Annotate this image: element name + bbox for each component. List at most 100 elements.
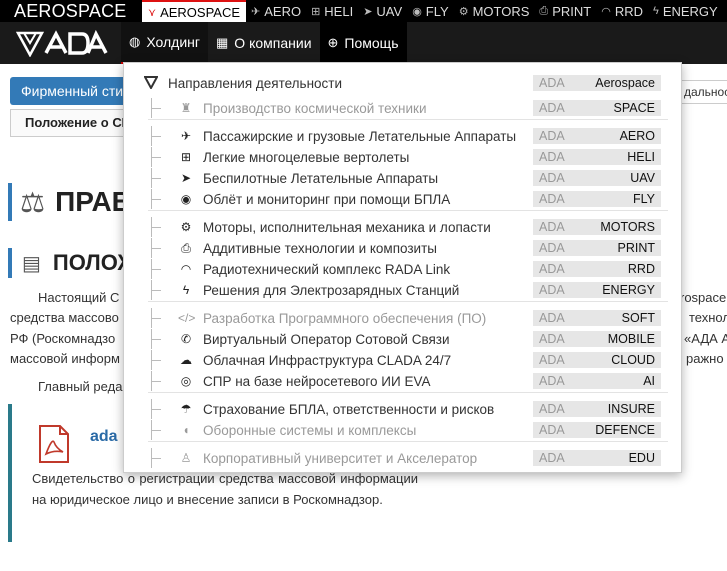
top-tab-aerospace[interactable]: ⋎ AEROSPACE <box>142 0 247 22</box>
tree-connector <box>148 238 162 258</box>
top-strip: AEROSPACE ⋎ AEROSPACE ✈ AERO ⊞ HELI ➤ UAV ◉ FLY ⚙ M… <box>0 0 727 22</box>
item-tag-energy: ADA ENERGY <box>533 282 661 298</box>
top-tab-label: HELI <box>324 3 354 19</box>
item-tag-defence: ADA DEFENCE <box>533 422 661 438</box>
tag-code: Aerospace <box>595 76 655 90</box>
item-tag-insure: ADA INSURE <box>533 401 661 417</box>
phone-icon: ✆ <box>180 332 192 346</box>
tag-prefix: ADA <box>539 150 565 164</box>
paper-plane-icon: ➤ <box>180 171 192 185</box>
paragraph-line: РФ (Роскомнадзо <box>10 331 116 346</box>
plane-icon: ✈ <box>251 5 261 18</box>
tag-prefix: ADA <box>539 423 565 437</box>
tree-connector <box>148 350 162 370</box>
scales-icon: ⚖ <box>20 186 46 218</box>
group-divider <box>148 119 668 120</box>
tag-code: AI <box>643 374 655 388</box>
tag-code: MOBILE <box>607 332 655 346</box>
tag-prefix: ADA <box>539 129 565 143</box>
top-tab-energy[interactable]: ϟ ENERGY <box>648 0 723 22</box>
group-divider <box>148 301 668 302</box>
aerospace-logo-icon: ⋎ <box>148 6 157 19</box>
top-tab-uav[interactable]: ➤ UAV <box>358 0 407 22</box>
top-tab-fly[interactable]: ◉ FLY <box>407 0 454 22</box>
item-tag-heli: ADA HELI <box>533 149 661 165</box>
tag-code: FLY <box>633 192 655 206</box>
top-tab-label: RRD <box>614 3 643 19</box>
tree-connector <box>148 420 162 440</box>
nav-about-label: О компании <box>234 35 312 51</box>
breadcrumb-right[interactable]: дальность <box>678 80 727 104</box>
top-tab-print[interactable]: ⎙ PRINT <box>534 0 596 22</box>
helipad-icon: ⊞ <box>311 5 321 18</box>
tag-prefix: ADA <box>539 220 565 234</box>
tag-code: ENERGY <box>602 283 655 297</box>
tree-connector <box>148 329 162 349</box>
tag-code: AERO <box>619 129 655 143</box>
paper-plane-icon: ➤ <box>363 5 373 18</box>
tag-prefix: ADA <box>539 262 565 276</box>
tree-connector <box>148 280 162 300</box>
paragraph-line: Настоящий С <box>38 290 120 305</box>
top-tab-label: PRINT <box>552 3 592 19</box>
top-tab-motors[interactable]: ⚙ MOTORS <box>454 0 535 22</box>
nav-about[interactable]: ▦ О компании <box>208 22 320 64</box>
top-tab-label: ENERGY <box>662 3 718 19</box>
umbrella-icon: ☂ <box>180 402 192 416</box>
top-tabs: ⋎ AEROSPACE ✈ AERO ⊞ HELI ➤ UAV ◉ FLY ⚙ MOTORS ⎙ PRIN… <box>142 0 723 22</box>
tree-connector <box>148 399 162 419</box>
top-tab-label: MOTORS <box>472 3 530 19</box>
nav-holding[interactable]: ◍ Холдинг <box>121 22 208 64</box>
tag-code: UAV <box>630 171 655 185</box>
tag-prefix: ADA <box>539 171 565 185</box>
tag-prefix: ADA <box>539 283 565 297</box>
item-tag-mobile: ADA MOBILE <box>533 331 661 347</box>
item-tag-space: ADA SPACE <box>533 100 661 116</box>
globe-icon: ◍ <box>129 34 141 49</box>
page-title-text: ПРАВ <box>55 186 132 217</box>
group-divider <box>148 210 668 211</box>
paragraph-line: массовой информ <box>10 351 120 366</box>
helipad-icon: ⊞ <box>180 150 192 164</box>
document-link[interactable]: ada <box>90 428 118 446</box>
plane-icon: ✈ <box>180 129 192 143</box>
tag-prefix: ADA <box>539 332 565 346</box>
tag-prefix: ADA <box>539 76 565 90</box>
pdf-icon[interactable] <box>36 424 72 464</box>
page-title: ⚖ ПРАВ <box>8 183 132 221</box>
tag-code: EDU <box>628 451 655 465</box>
tree-connector <box>148 189 162 209</box>
top-tab-aero[interactable]: ✈ AERO <box>246 0 306 22</box>
item-tag-uav: ADA UAV <box>533 170 661 186</box>
header-tag: ADA Aerospace <box>533 75 661 91</box>
tag-code: PRINT <box>617 241 656 255</box>
dropdown-header[interactable]: Направления деятельности <box>143 75 342 92</box>
top-tab-rrd[interactable]: ◠ RRD <box>596 0 648 22</box>
wifi-icon: ◠ <box>601 5 611 18</box>
breadcrumb[interactable]: Положение о СМИ <box>10 109 130 137</box>
lifebuoy-icon: ⊕ <box>327 35 339 50</box>
tag-code: SOFT <box>621 311 655 325</box>
nav-help[interactable]: ⊕ Помощь <box>319 22 407 64</box>
top-tab-label: AEROSPACE <box>160 4 241 20</box>
shuttle-icon: ♜ <box>180 101 192 115</box>
eye-icon: ◉ <box>412 5 422 18</box>
nav-help-label: Помощь <box>344 35 399 51</box>
top-tab-heli[interactable]: ⊞ HELI <box>306 0 358 22</box>
document-icon: ▤ <box>22 252 41 275</box>
tag-prefix: ADA <box>539 101 565 115</box>
tag-prefix: ADA <box>539 451 565 465</box>
gears-icon: ⚙ <box>180 220 192 234</box>
bolt-icon: ϟ <box>652 5 659 17</box>
top-tab-label: AERO <box>264 3 302 19</box>
tree-connector <box>148 371 162 391</box>
ada-triangle-icon <box>143 75 160 92</box>
graduation-cap-icon: ♙ <box>180 451 192 465</box>
bolt-icon: ϟ <box>182 283 190 297</box>
tag-prefix: ADA <box>539 311 565 325</box>
tree-connector <box>148 126 162 146</box>
item-tag-soft: ADA SOFT <box>533 310 661 326</box>
brand-title[interactable]: AEROSPACE <box>0 0 142 22</box>
ada-logo[interactable] <box>0 22 121 64</box>
brand-style-button[interactable]: Фирменный стиль <box>10 77 140 105</box>
